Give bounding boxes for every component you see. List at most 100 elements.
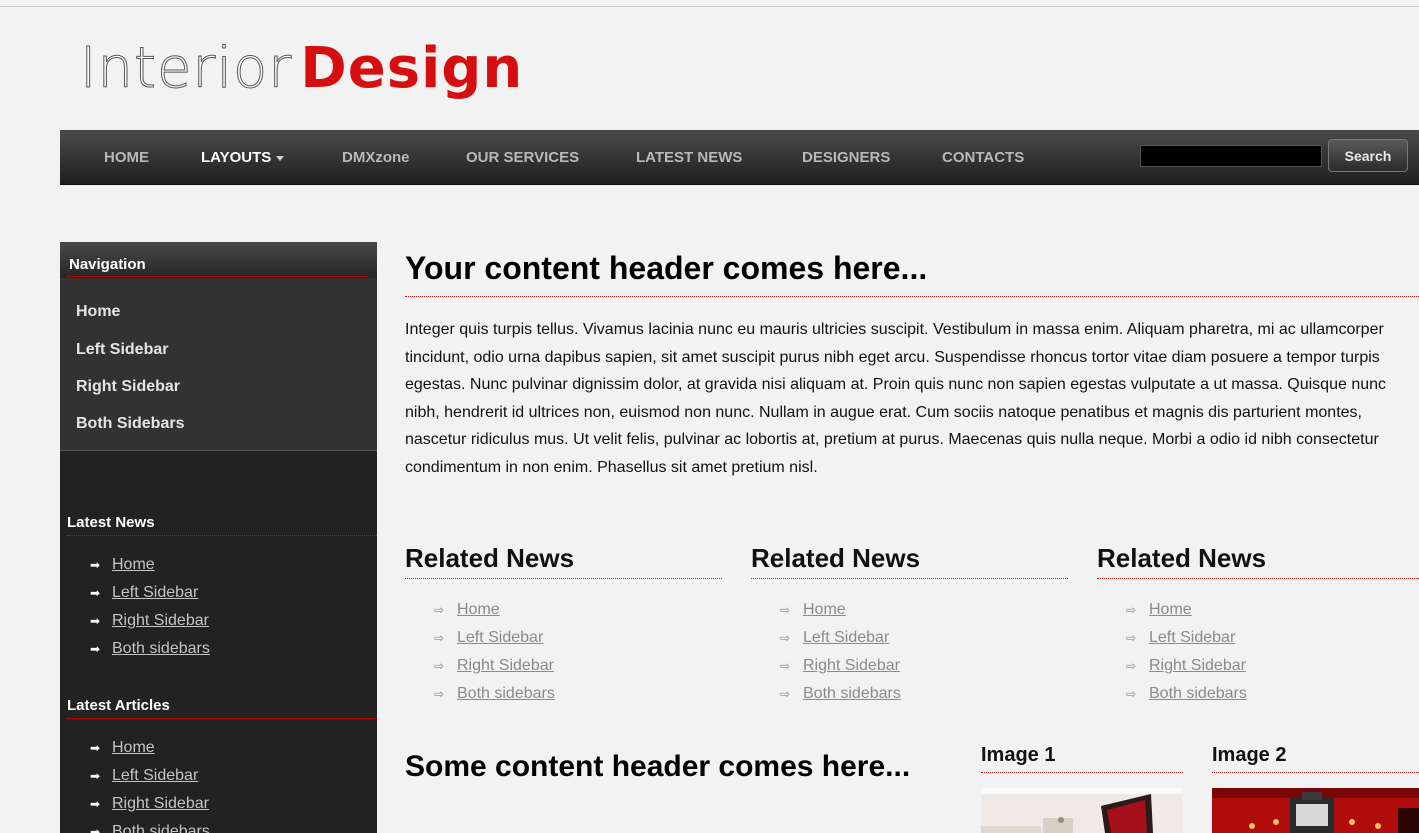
list-item: ➡ Right Sidebar xyxy=(90,790,210,818)
arrow-right-icon: ⇨ xyxy=(780,603,791,617)
related-news-title-1: Related News xyxy=(405,543,575,573)
sidebar-nav-home[interactable]: Home xyxy=(76,303,120,321)
list-item: ⇨ Left Sidebar xyxy=(780,624,901,652)
latest-articles-link-right-sidebar[interactable]: Right Sidebar xyxy=(112,795,209,812)
arrow-right-icon: ⇨ xyxy=(1126,603,1137,617)
list-item: ⇨ Home xyxy=(780,596,901,624)
arrow-right-icon: ⇨ xyxy=(780,687,791,701)
interior-photo-1[interactable] xyxy=(981,788,1183,833)
list-item: ⇨ Right Sidebar xyxy=(434,652,555,680)
related-link-right-sidebar[interactable]: Right Sidebar xyxy=(1149,657,1246,674)
living-room-photo-2 xyxy=(1212,788,1419,833)
related-link-left-sidebar[interactable]: Left Sidebar xyxy=(803,629,889,646)
interior-photo-2[interactable] xyxy=(1212,788,1419,833)
sidebar-nav-left-sidebar[interactable]: Left Sidebar xyxy=(76,341,168,359)
nav-latest-news[interactable]: LATEST NEWS xyxy=(636,149,742,166)
image-2-divider xyxy=(1212,772,1419,773)
arrow-right-icon: ➡ xyxy=(90,614,101,628)
top-divider xyxy=(0,6,1419,7)
living-room-photo-1 xyxy=(981,788,1183,833)
latest-articles-link-both-sidebars[interactable]: Both sidebars xyxy=(112,823,210,833)
related-link-left-sidebar[interactable]: Left Sidebar xyxy=(1149,629,1235,646)
navigation-title: Navigation xyxy=(69,256,146,273)
related-news-list-2: ⇨ Home ⇨ Left Sidebar ⇨ Right Sidebar ⇨ Both… xyxy=(780,596,901,708)
image-2-title: Image 2 xyxy=(1212,744,1287,766)
related-news-divider-3 xyxy=(1097,578,1419,579)
related-link-home[interactable]: Home xyxy=(457,601,500,618)
navigation-header: Navigation xyxy=(60,242,377,278)
related-news-divider-1 xyxy=(405,578,722,579)
related-news-divider-2 xyxy=(751,578,1068,579)
latest-news-link-both-sidebars[interactable]: Both sidebars xyxy=(112,640,210,657)
list-item: ⇨ Left Sidebar xyxy=(434,624,555,652)
sidebar-nav-right-sidebar[interactable]: Right Sidebar xyxy=(76,378,180,396)
list-item: ⇨ Both sidebars xyxy=(434,680,555,708)
site-logo[interactable]: Interior Design xyxy=(79,36,524,108)
section-title: Some content header comes here... xyxy=(405,750,911,783)
list-item: ⇨ Home xyxy=(1126,596,1247,624)
list-item: ⇨ Both sidebars xyxy=(780,680,901,708)
related-news-title-2: Related News xyxy=(751,543,921,573)
arrow-right-icon: ⇨ xyxy=(1126,687,1137,701)
related-news-list-1: ⇨ Home ⇨ Left Sidebar ⇨ Right Sidebar ⇨ Both… xyxy=(434,596,555,708)
search-button[interactable]: Search xyxy=(1328,139,1408,172)
arrow-right-icon: ⇨ xyxy=(780,631,791,645)
image-1-title: Image 1 xyxy=(981,744,1056,766)
latest-news-link-right-sidebar[interactable]: Right Sidebar xyxy=(112,612,209,629)
arrow-right-icon: ➡ xyxy=(90,825,101,833)
logo-light-text: Interior xyxy=(79,36,293,102)
latest-articles-list: ➡ Home ➡ Left Sidebar ➡ Right Sidebar ➡ Both… xyxy=(90,734,210,833)
page-title-divider xyxy=(405,296,1419,297)
list-item: ➡ Both sidebars xyxy=(90,818,210,833)
related-news-title-3: Related News xyxy=(1097,543,1267,573)
related-link-right-sidebar[interactable]: Right Sidebar xyxy=(457,657,554,674)
arrow-right-icon: ➡ xyxy=(90,586,101,600)
nav-layouts[interactable]: LAYOUTS xyxy=(201,149,285,166)
latest-articles-title: Latest Articles xyxy=(67,697,170,714)
latest-articles-link-home[interactable]: Home xyxy=(112,739,155,756)
nav-our-services[interactable]: OUR SERVICES xyxy=(466,149,579,166)
nav-dmxzone[interactable]: DMXzone xyxy=(342,149,410,166)
image-1-divider xyxy=(981,772,1183,773)
nav-designers[interactable]: DESIGNERS xyxy=(802,149,890,166)
latest-news-title: Latest News xyxy=(67,514,155,531)
nav-layouts-label: LAYOUTS xyxy=(201,149,272,166)
list-item: ➡ Home xyxy=(90,551,210,579)
left-sidebar: Navigation Home Left Sidebar Right Sideb… xyxy=(60,242,377,833)
navigation-divider xyxy=(67,276,367,277)
arrow-right-icon: ⇨ xyxy=(780,659,791,673)
related-link-both-sidebars[interactable]: Both sidebars xyxy=(457,685,555,702)
latest-articles-link-left-sidebar[interactable]: Left Sidebar xyxy=(112,767,198,784)
list-item: ⇨ Right Sidebar xyxy=(1126,652,1247,680)
logo-bold-text: Design xyxy=(300,36,524,101)
latest-news-link-left-sidebar[interactable]: Left Sidebar xyxy=(112,584,198,601)
list-item: ➡ Home xyxy=(90,734,210,762)
related-link-right-sidebar[interactable]: Right Sidebar xyxy=(803,657,900,674)
sidebar-nav-both-sidebars[interactable]: Both Sidebars xyxy=(76,415,184,433)
list-item: ⇨ Right Sidebar xyxy=(780,652,901,680)
nav-contacts[interactable]: CONTACTS xyxy=(942,149,1024,166)
list-item: ⇨ Left Sidebar xyxy=(1126,624,1247,652)
arrow-right-icon: ⇨ xyxy=(434,631,445,645)
search-input[interactable] xyxy=(1140,145,1322,167)
list-item: ➡ Left Sidebar xyxy=(90,579,210,607)
list-item: ⇨ Home xyxy=(434,596,555,624)
arrow-right-icon: ➡ xyxy=(90,558,101,572)
latest-news-link-home[interactable]: Home xyxy=(112,556,155,573)
page-title: Your content header comes here... xyxy=(405,250,928,286)
arrow-right-icon: ⇨ xyxy=(434,659,445,673)
list-item: ➡ Right Sidebar xyxy=(90,607,210,635)
related-link-home[interactable]: Home xyxy=(1149,601,1192,618)
arrow-right-icon: ➡ xyxy=(90,741,101,755)
latest-news-divider xyxy=(67,535,377,536)
related-link-both-sidebars[interactable]: Both sidebars xyxy=(803,685,901,702)
latest-news-list: ➡ Home ➡ Left Sidebar ➡ Right Sidebar ➡ Both… xyxy=(90,551,210,663)
list-item: ⇨ Both sidebars xyxy=(1126,680,1247,708)
related-link-both-sidebars[interactable]: Both sidebars xyxy=(1149,685,1247,702)
related-link-home[interactable]: Home xyxy=(803,601,846,618)
arrow-right-icon: ➡ xyxy=(90,797,101,811)
list-item: ➡ Left Sidebar xyxy=(90,762,210,790)
nav-home[interactable]: HOME xyxy=(104,149,149,166)
arrow-right-icon: ➡ xyxy=(90,769,101,783)
related-link-left-sidebar[interactable]: Left Sidebar xyxy=(457,629,543,646)
